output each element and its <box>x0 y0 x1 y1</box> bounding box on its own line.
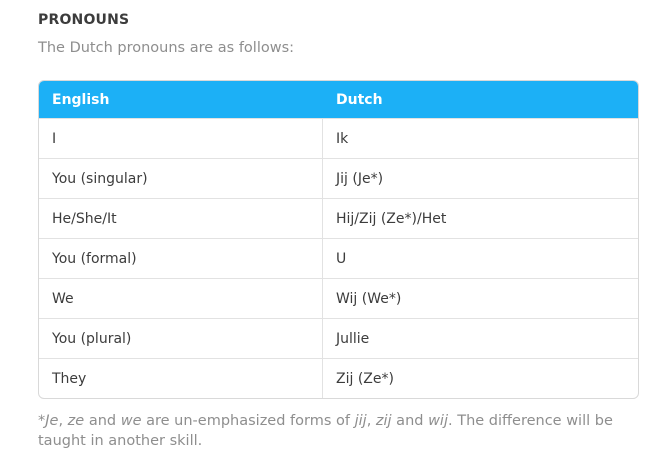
footnote-we: we <box>120 413 142 429</box>
footnote-and: and <box>84 413 121 429</box>
pronouns-table: English Dutch I Ik You (singular) Jij (J… <box>38 80 639 399</box>
footnote-ze: ze <box>67 413 85 429</box>
table-row: You (singular) Jij (Je*) <box>39 158 638 198</box>
dutch-cell: Ik <box>336 130 349 147</box>
english-cell: You (formal) <box>39 239 323 278</box>
column-header-english: English <box>52 91 110 108</box>
column-header-dutch: Dutch <box>336 91 383 108</box>
english-cell: They <box>39 359 323 398</box>
footnote-and-2: and <box>391 413 429 429</box>
english-cell: He/She/It <box>39 199 323 238</box>
footnote-jij: jij <box>354 413 367 429</box>
english-cell: We <box>39 279 323 318</box>
intro-text: The Dutch pronouns are as follows: <box>38 40 295 56</box>
table-row: You (plural) Jullie <box>39 318 638 358</box>
footnote-comma-2: , <box>366 413 376 429</box>
dutch-cell: Jullie <box>336 330 370 347</box>
table-row: You (formal) U <box>39 238 638 278</box>
english-cell: You (plural) <box>39 319 323 358</box>
footnote-wij: wij <box>428 413 448 429</box>
footnote-zij: zij <box>375 413 392 429</box>
dutch-cell: Wij (We*) <box>336 290 402 307</box>
dutch-cell: Hij/Zij (Ze*)/Het <box>336 210 447 227</box>
footnote-mid: are un-emphasized forms of <box>141 413 355 429</box>
section-heading: PRONOUNS <box>38 12 130 28</box>
footnote-comma: , <box>58 413 68 429</box>
dutch-cell: Jij (Je*) <box>336 170 384 187</box>
table-row: They Zij (Ze*) <box>39 358 638 398</box>
table-row: I Ik <box>39 118 638 158</box>
footnote-je: Je <box>45 413 59 429</box>
english-cell: You (singular) <box>39 159 323 198</box>
english-cell: I <box>39 119 323 158</box>
table-row: He/She/It Hij/Zij (Ze*)/Het <box>39 198 638 238</box>
table-header-row: English Dutch <box>39 81 638 118</box>
dutch-cell: Zij (Ze*) <box>336 370 394 387</box>
table-row: We Wij (We*) <box>39 278 638 318</box>
dutch-cell: U <box>336 250 347 267</box>
footnote: *Je, ze and we are un-emphasized forms o… <box>38 411 638 451</box>
